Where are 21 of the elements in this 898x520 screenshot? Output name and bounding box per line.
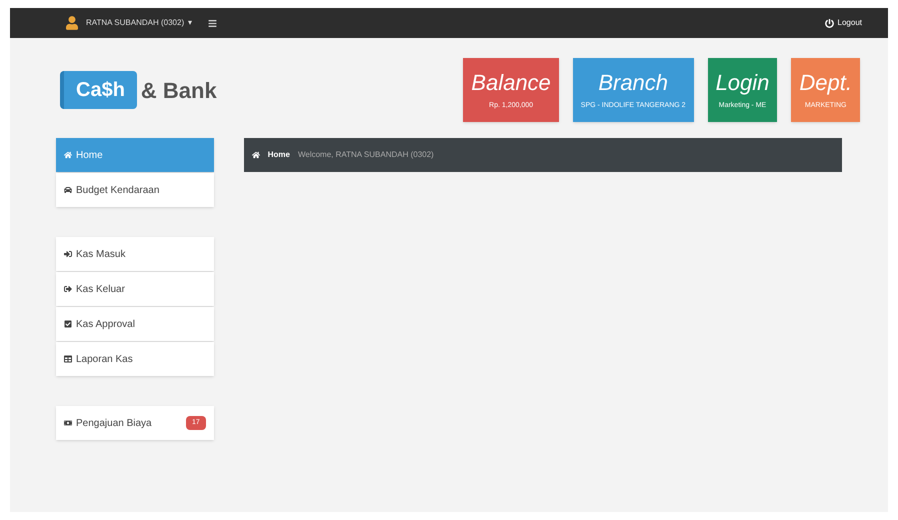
home-icon	[64, 151, 72, 159]
user-menu[interactable]: RATNA SUBANDAH (0302) ▾	[86, 17, 192, 29]
sidebar-item[interactable]: Kas Masuk	[56, 237, 214, 271]
checkbox-icon	[64, 320, 72, 328]
sidebar-item[interactable]: Laporan Kas	[56, 342, 214, 376]
breadcrumb-link[interactable]: Home	[268, 149, 290, 161]
sidebar-item[interactable]: Budget Kendaraan	[56, 173, 214, 207]
home-icon	[252, 151, 260, 159]
sign-out-icon	[64, 285, 72, 293]
menu-icon[interactable]	[208, 18, 218, 28]
sign-in-icon	[64, 250, 72, 258]
car-icon	[64, 186, 72, 194]
logout-button[interactable]: Logout	[824, 17, 862, 29]
power-icon	[824, 18, 834, 28]
user-icon	[66, 16, 78, 30]
money-icon	[64, 419, 72, 427]
sidebar-item[interactable]: Kas Keluar	[56, 272, 214, 306]
logo: Ca$h & Bank	[60, 71, 217, 109]
table-icon	[64, 355, 72, 363]
welcome-text: Welcome, RATNA SUBANDAH (0302)	[298, 149, 434, 161]
sidebar-item[interactable]: Kas Approval	[56, 307, 214, 341]
